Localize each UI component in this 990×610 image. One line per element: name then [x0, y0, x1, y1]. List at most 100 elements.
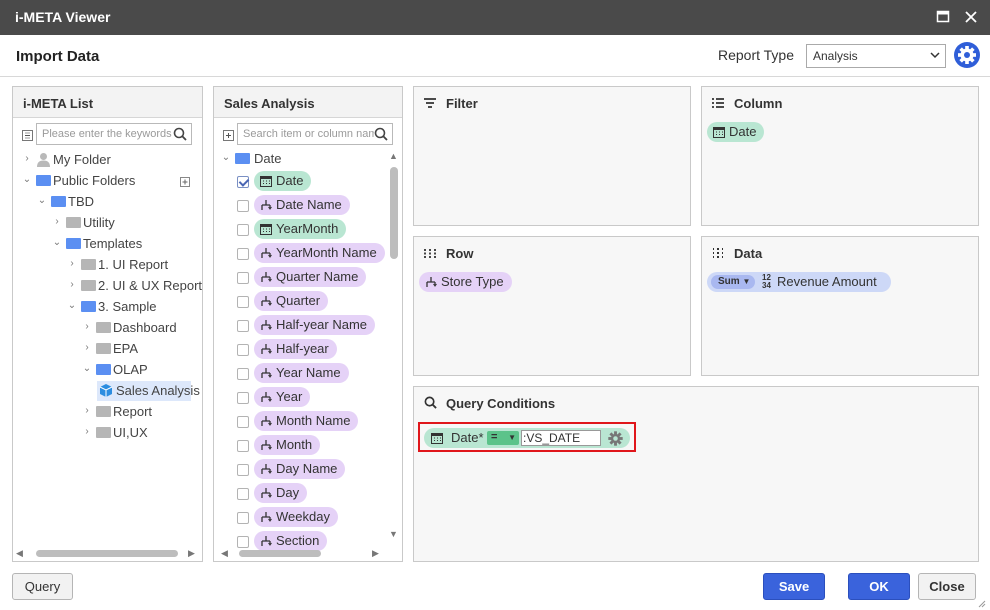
item-checkbox[interactable]	[237, 416, 249, 428]
save-button[interactable]: Save	[763, 573, 825, 600]
chevron-right-icon[interactable]: ›	[82, 342, 92, 354]
row-panel[interactable]: Row Store Type	[413, 236, 691, 376]
scroll-up-icon[interactable]: ▲	[389, 151, 398, 161]
tree-item[interactable]: ⌄ Public Folders	[22, 171, 191, 191]
field-chip[interactable]: Quarter	[254, 291, 329, 311]
tree-item[interactable]: ⌄ Templates	[52, 234, 191, 254]
item-checkbox[interactable]	[237, 224, 249, 236]
field-chip[interactable]: Date	[254, 171, 312, 191]
field-chip[interactable]: Quarter Name	[254, 267, 367, 287]
chevron-right-icon[interactable]: ›	[67, 279, 77, 291]
expand-all-icon[interactable]	[223, 129, 234, 144]
close-icon[interactable]	[962, 8, 980, 26]
item-checkbox[interactable]	[237, 176, 249, 188]
aggregate-select[interactable]: Sum ▼	[711, 275, 755, 289]
item-checkbox[interactable]	[237, 392, 249, 404]
field-chip[interactable]: Day	[254, 483, 308, 503]
items-vscroll[interactable]: ▲ ▼	[388, 151, 400, 541]
scroll-thumb[interactable]	[36, 550, 178, 557]
tree-item[interactable]: › My Folder	[22, 150, 191, 170]
item-checkbox[interactable]	[237, 344, 249, 356]
maximize-icon[interactable]	[934, 8, 952, 26]
field-chip[interactable]: Half-year Name	[254, 315, 376, 335]
condition-chip-date[interactable]: Date* = ▼ :VS_DATE	[424, 428, 630, 448]
tree-item[interactable]: ⌄ 3. Sample	[67, 297, 191, 317]
collapse-all-icon[interactable]	[22, 129, 33, 144]
item-checkbox[interactable]	[237, 368, 249, 380]
chevron-down-icon[interactable]: ⌄	[52, 237, 62, 249]
tree-item[interactable]: › UI,UX	[82, 423, 191, 443]
date-group-row[interactable]: ⌄ Date	[221, 149, 381, 169]
close-button[interactable]: Close	[918, 573, 976, 600]
chevron-right-icon[interactable]: ›	[22, 153, 32, 165]
field-chip[interactable]: Year	[254, 387, 311, 407]
item-checkbox[interactable]	[237, 272, 249, 284]
tree-item[interactable]: › EPA	[82, 339, 191, 359]
field-chip[interactable]: Month Name	[254, 411, 359, 431]
add-folder-icon[interactable]	[180, 175, 190, 190]
item-checkbox[interactable]	[237, 440, 249, 452]
meta-search-input[interactable]: Please enter the keywords	[36, 123, 192, 145]
data-chip-revenue[interactable]: Sum ▼ 12 34 Revenue Amount	[707, 272, 891, 292]
column-chip-date[interactable]: Date	[707, 122, 765, 142]
resize-grip-icon[interactable]	[976, 596, 986, 610]
field-chip[interactable]: YearMonth Name	[254, 243, 385, 263]
item-checkbox[interactable]	[237, 464, 249, 476]
items-hscroll[interactable]: ◀ ▶	[217, 547, 387, 559]
report-type-select[interactable]: Analysis	[806, 44, 946, 68]
field-chip[interactable]: YearMonth	[254, 219, 347, 239]
row-chip-store-type[interactable]: Store Type	[419, 272, 512, 292]
chevron-down-icon[interactable]: ⌄	[67, 300, 77, 312]
item-checkbox[interactable]	[237, 488, 249, 500]
tree-item[interactable]: › Report	[82, 402, 191, 422]
tree-item[interactable]: › 1. UI Report	[67, 255, 191, 275]
filter-panel[interactable]: Filter	[413, 86, 691, 226]
row-title: Row	[446, 246, 474, 261]
scroll-thumb[interactable]	[239, 550, 321, 557]
scroll-thumb[interactable]	[390, 167, 398, 259]
search-icon[interactable]	[374, 127, 388, 144]
chevron-right-icon[interactable]: ›	[67, 258, 77, 270]
tree-item[interactable]: › Dashboard	[82, 318, 191, 338]
field-chip[interactable]: Date Name	[254, 195, 350, 215]
tree-item[interactable]: ⌄ TBD	[37, 192, 191, 212]
search-icon[interactable]	[173, 127, 187, 144]
scroll-down-icon[interactable]: ▼	[389, 529, 398, 539]
chevron-down-icon[interactable]: ⌄	[221, 152, 231, 164]
settings-gear-button[interactable]	[954, 42, 980, 68]
tree-item[interactable]: › 2. UI & UX Report	[67, 276, 202, 296]
meta-list-hscroll[interactable]: ◀ ▶	[16, 547, 200, 559]
tree-item[interactable]: › Utility	[52, 213, 191, 233]
item-checkbox[interactable]	[237, 320, 249, 332]
ok-button[interactable]: OK	[848, 573, 910, 600]
scroll-left-icon[interactable]: ◀	[16, 548, 23, 559]
field-chip[interactable]: Day Name	[254, 459, 346, 479]
scroll-right-icon[interactable]: ▶	[372, 548, 379, 559]
tree-item[interactable]: Sales Analysis	[97, 381, 200, 401]
gear-icon[interactable]	[607, 430, 624, 447]
data-panel[interactable]: Data Sum ▼ 12 34 Revenue Amount	[701, 236, 979, 376]
item-checkbox[interactable]	[237, 512, 249, 524]
column-panel[interactable]: Column Date	[701, 86, 979, 226]
item-checkbox[interactable]	[237, 248, 249, 260]
chevron-right-icon[interactable]: ›	[82, 321, 92, 333]
item-checkbox[interactable]	[237, 296, 249, 308]
scroll-left-icon[interactable]: ◀	[221, 548, 228, 559]
query-button[interactable]: Query	[12, 573, 73, 600]
tree-item[interactable]: ⌄ OLAP	[82, 360, 191, 380]
field-chip[interactable]: Year Name	[254, 363, 349, 383]
field-chip[interactable]: Month	[254, 435, 321, 455]
scroll-right-icon[interactable]: ▶	[188, 548, 195, 559]
chevron-down-icon[interactable]: ⌄	[82, 363, 92, 375]
chevron-down-icon[interactable]: ⌄	[37, 195, 47, 207]
chevron-down-icon[interactable]: ⌄	[22, 174, 32, 186]
chevron-right-icon[interactable]: ›	[82, 426, 92, 438]
chevron-right-icon[interactable]: ›	[82, 405, 92, 417]
operator-select[interactable]: = ▼	[487, 431, 519, 445]
chevron-right-icon[interactable]: ›	[52, 216, 62, 228]
item-checkbox[interactable]	[237, 200, 249, 212]
field-chip[interactable]: Half-year	[254, 339, 337, 359]
field-chip[interactable]: Weekday	[254, 507, 338, 527]
item-search-input[interactable]: Search item or column name	[237, 123, 393, 145]
condition-value-input[interactable]: :VS_DATE	[521, 430, 601, 446]
